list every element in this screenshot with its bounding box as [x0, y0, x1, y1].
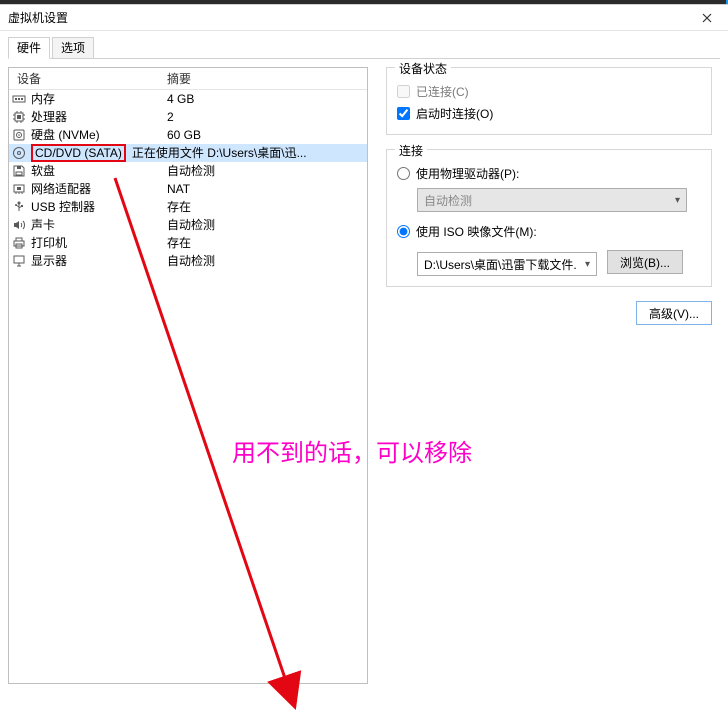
physical-drive-select-row: 自动检测 ▾ [417, 188, 701, 212]
legend-device-status: 设备状态 [395, 60, 451, 77]
display-icon [9, 254, 29, 268]
hardware-list-header: 设备 摘要 [9, 68, 367, 90]
device-summary: 自动检测 [167, 162, 367, 180]
device-summary: 60 GB [167, 126, 367, 144]
device-label: 软盘 [29, 162, 167, 180]
iso-path-value: D:\Users\桌面\迅雷下载文件. [424, 256, 577, 273]
chk-connect-on-power-input[interactable] [397, 107, 410, 120]
chk-connect-on-power-label: 启动时连接(O) [416, 105, 493, 122]
vm-settings-dialog: 虚拟机设置 硬件 选项 设备 摘要 内存 4 GB [0, 4, 728, 695]
cd-icon [9, 146, 29, 160]
device-label: 处理器 [29, 108, 167, 126]
chk-connect-on-power[interactable]: 启动时连接(O) [397, 102, 701, 124]
device-label: 内存 [29, 90, 167, 108]
close-button[interactable] [686, 5, 728, 30]
group-connection: 连接 使用物理驱动器(P): 自动检测 ▾ 使用 ISO 映像文件(M): [386, 149, 712, 287]
chevron-down-icon: ▾ [585, 259, 590, 270]
device-summary: 自动检测 [167, 252, 367, 270]
hw-row-cd-dvd[interactable]: CD/DVD (SATA) 正在使用文件 D:\Users\桌面\迅... [9, 144, 367, 162]
iso-path-select[interactable]: D:\Users\桌面\迅雷下载文件. ▾ [417, 252, 597, 276]
chk-connected-label: 已连接(C) [416, 83, 469, 100]
iso-row: D:\Users\桌面\迅雷下载文件. ▾ 浏览(B)... [417, 248, 701, 276]
physical-drive-select[interactable]: 自动检测 ▾ [417, 188, 687, 212]
hw-row-nic[interactable]: 网络适配器 NAT [9, 180, 367, 198]
printer-icon [9, 236, 29, 250]
device-summary: 存在 [167, 198, 367, 216]
device-label: 声卡 [29, 216, 167, 234]
radio-iso-file-label: 使用 ISO 映像文件(M): [416, 223, 537, 240]
hardware-list-pane: 设备 摘要 内存 4 GB 处理器 2 [8, 59, 368, 694]
device-settings-pane: 设备状态 已连接(C) 启动时连接(O) 连接 使用物理驱动器(P): [368, 59, 720, 694]
device-label: 硬盘 (NVMe) [29, 126, 167, 144]
radio-iso-file[interactable]: 使用 ISO 映像文件(M): [397, 220, 701, 242]
tab-hardware[interactable]: 硬件 [8, 37, 50, 59]
chk-connected[interactable]: 已连接(C) [397, 80, 701, 102]
radio-iso-file-input[interactable] [397, 225, 410, 238]
chk-connected-input[interactable] [397, 85, 410, 98]
close-icon [702, 13, 712, 23]
device-label: 打印机 [29, 234, 167, 252]
tab-strip: 硬件 选项 [8, 37, 720, 59]
device-summary: NAT [167, 180, 367, 198]
nic-icon [9, 182, 29, 196]
content-area: 设备 摘要 内存 4 GB 处理器 2 [0, 59, 728, 694]
hw-row-cpu[interactable]: 处理器 2 [9, 108, 367, 126]
device-label: 网络适配器 [29, 180, 167, 198]
device-summary: 2 [167, 108, 367, 126]
browse-button[interactable]: 浏览(B)... [607, 250, 683, 274]
device-summary: 存在 [167, 234, 367, 252]
hw-row-sound[interactable]: 声卡 自动检测 [9, 216, 367, 234]
physical-drive-select-value: 自动检测 [424, 192, 472, 209]
device-label: USB 控制器 [29, 198, 167, 216]
hw-row-floppy[interactable]: 软盘 自动检测 [9, 162, 367, 180]
col-summary: 摘要 [167, 70, 367, 87]
device-summary: 4 GB [167, 90, 367, 108]
cpu-icon [9, 110, 29, 124]
legend-connection: 连接 [395, 142, 427, 159]
device-label: 显示器 [29, 252, 167, 270]
hw-row-disk[interactable]: 硬盘 (NVMe) 60 GB [9, 126, 367, 144]
chevron-down-icon: ▾ [675, 195, 680, 206]
col-device: 设备 [9, 70, 167, 87]
radio-physical-drive-label: 使用物理驱动器(P): [416, 165, 519, 182]
device-summary: 自动检测 [167, 216, 367, 234]
hw-row-memory[interactable]: 内存 4 GB [9, 90, 367, 108]
hw-row-usb[interactable]: USB 控制器 存在 [9, 198, 367, 216]
group-device-status: 设备状态 已连接(C) 启动时连接(O) [386, 67, 712, 135]
titlebar: 虚拟机设置 [0, 5, 728, 31]
hw-row-printer[interactable]: 打印机 存在 [9, 234, 367, 252]
usb-icon [9, 200, 29, 214]
hardware-rows: 内存 4 GB 处理器 2 硬盘 (NVMe) 60 GB [9, 90, 367, 270]
advanced-button[interactable]: 高级(V)... [636, 301, 712, 325]
device-summary: 正在使用文件 D:\Users\桌面\迅... [126, 144, 367, 162]
hw-row-display[interactable]: 显示器 自动检测 [9, 252, 367, 270]
floppy-icon [9, 164, 29, 178]
radio-physical-drive-input[interactable] [397, 167, 410, 180]
disk-icon [9, 128, 29, 142]
window-title: 虚拟机设置 [8, 9, 68, 26]
advanced-row: 高级(V)... [386, 301, 712, 325]
sound-icon [9, 218, 29, 232]
device-label: CD/DVD (SATA) [31, 144, 126, 162]
tab-options[interactable]: 选项 [52, 37, 94, 59]
memory-icon [9, 92, 29, 106]
hardware-list: 设备 摘要 内存 4 GB 处理器 2 [8, 67, 368, 684]
radio-physical-drive[interactable]: 使用物理驱动器(P): [397, 162, 701, 184]
